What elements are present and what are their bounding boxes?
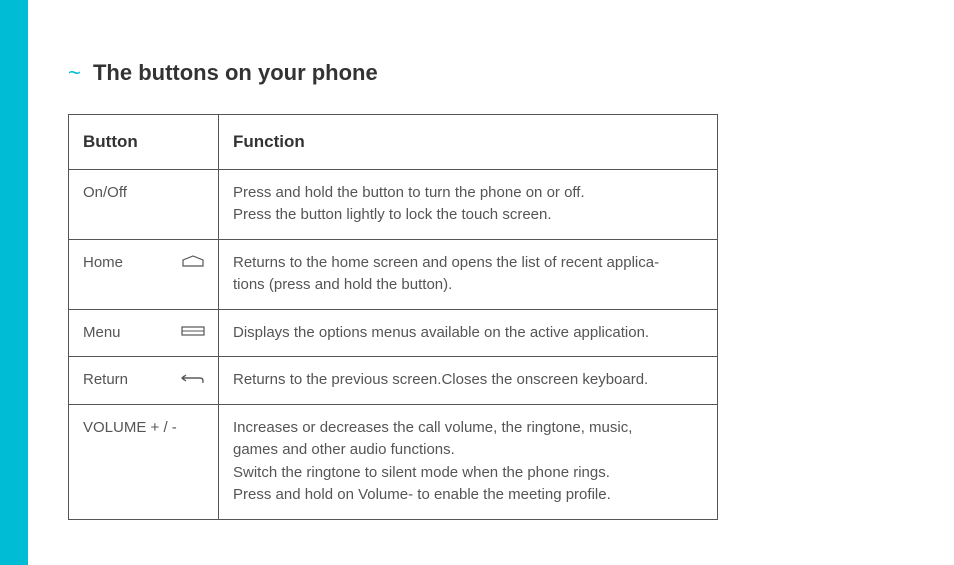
function-cell: Displays the options menus available on … <box>219 309 718 357</box>
function-line: games and other audio functions. <box>233 439 703 462</box>
button-cell-volume: VOLUME + / - <box>69 404 219 519</box>
function-line: Returns to the home screen and opens the… <box>233 252 703 275</box>
function-cell: Returns to the previous screen.Closes th… <box>219 357 718 405</box>
function-line: Displays the options menus available on … <box>233 322 703 345</box>
button-cell-home: Home <box>69 239 219 309</box>
menu-icon <box>180 323 206 346</box>
function-cell: Press and hold the button to turn the ph… <box>219 169 718 239</box>
table-row: Home Returns to the home screen and open… <box>69 239 718 309</box>
heading-title: The buttons on your phone <box>93 60 378 85</box>
buttons-table: Button Function On/Off Press and hold th… <box>68 114 718 520</box>
function-line: Press and hold the button to turn the ph… <box>233 182 703 205</box>
table-row: Menu Displays the options menus availabl… <box>69 309 718 357</box>
table-row: Return Returns to the previous screen.Cl… <box>69 357 718 405</box>
button-cell-onoff: On/Off <box>69 169 219 239</box>
home-icon <box>180 253 206 276</box>
button-label: Home <box>83 252 123 275</box>
table-row: VOLUME + / - Increases or decreases the … <box>69 404 718 519</box>
button-label: Return <box>83 369 128 392</box>
function-line: Returns to the previous screen.Closes th… <box>233 369 703 392</box>
section-heading: ~ The buttons on your phone <box>68 60 914 86</box>
document-content: ~ The buttons on your phone Button Funct… <box>28 0 954 565</box>
button-label: On/Off <box>83 182 127 205</box>
table-row: On/Off Press and hold the button to turn… <box>69 169 718 239</box>
function-cell: Returns to the home screen and opens the… <box>219 239 718 309</box>
function-line: Press and hold on Volume- to enable the … <box>233 484 703 507</box>
function-line: Switch the ringtone to silent mode when … <box>233 462 703 485</box>
function-line: tions (press and hold the button). <box>233 274 703 297</box>
side-accent-strip <box>0 0 28 565</box>
button-label: VOLUME + / - <box>83 417 177 440</box>
table-header-function: Function <box>219 115 718 170</box>
table-header-button: Button <box>69 115 219 170</box>
function-line: Increases or decreases the call volume, … <box>233 417 703 440</box>
button-label: Menu <box>83 322 121 345</box>
function-line: Press the button lightly to lock the tou… <box>233 204 703 227</box>
function-cell: Increases or decreases the call volume, … <box>219 404 718 519</box>
button-cell-menu: Menu <box>69 309 219 357</box>
return-icon <box>180 370 206 393</box>
heading-prefix: ~ <box>68 60 81 85</box>
button-cell-return: Return <box>69 357 219 405</box>
